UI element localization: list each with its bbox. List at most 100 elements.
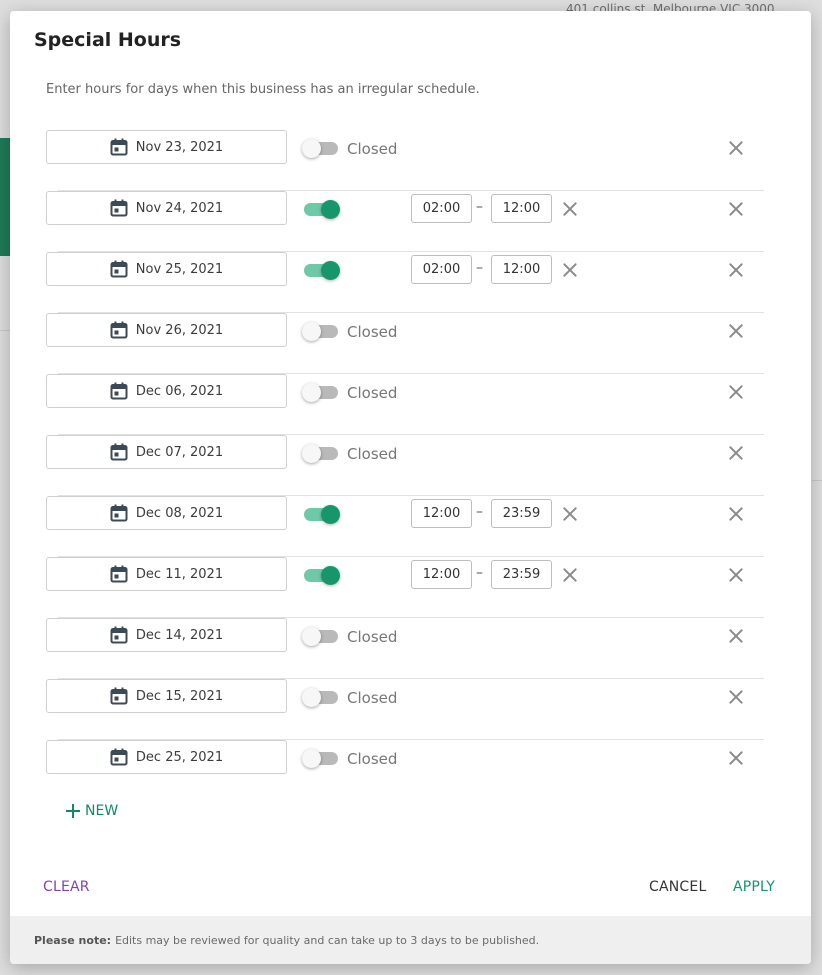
calendar-icon bbox=[110, 687, 128, 705]
calendar-icon bbox=[110, 443, 128, 461]
date-value: Dec 14, 2021 bbox=[135, 627, 224, 643]
date-value: Dec 06, 2021 bbox=[135, 383, 224, 399]
time-separator: – bbox=[476, 504, 483, 520]
end-time-input[interactable]: 12:00 bbox=[491, 194, 552, 223]
toggle-knob bbox=[302, 383, 321, 402]
date-value: Nov 26, 2021 bbox=[135, 322, 224, 338]
date-value: Nov 25, 2021 bbox=[135, 261, 224, 277]
remove-row-icon[interactable] bbox=[728, 445, 744, 461]
apply-button[interactable]: APPLY bbox=[733, 879, 775, 895]
start-time-input[interactable]: 12:00 bbox=[411, 499, 472, 528]
remove-row-icon[interactable] bbox=[728, 689, 744, 705]
date-value: Nov 23, 2021 bbox=[135, 139, 224, 155]
date-picker[interactable]: Nov 24, 2021 bbox=[46, 191, 287, 225]
clear-time-icon[interactable] bbox=[562, 262, 578, 278]
calendar-icon bbox=[110, 321, 128, 339]
background-divider bbox=[0, 330, 10, 331]
remove-row-icon[interactable] bbox=[728, 384, 744, 400]
toggle-knob bbox=[302, 139, 321, 158]
end-time-input[interactable]: 23:59 bbox=[491, 499, 552, 528]
end-time-input[interactable]: 12:00 bbox=[491, 255, 552, 284]
open-toggle[interactable] bbox=[302, 444, 340, 463]
toggle-knob bbox=[321, 261, 340, 280]
closed-label: Closed bbox=[347, 750, 398, 768]
start-time-input[interactable]: 12:00 bbox=[411, 560, 472, 589]
date-picker[interactable]: Dec 14, 2021 bbox=[46, 618, 287, 652]
clear-time-icon[interactable] bbox=[562, 201, 578, 217]
date-value: Dec 08, 2021 bbox=[135, 505, 224, 521]
closed-label: Closed bbox=[347, 384, 398, 402]
closed-label: Closed bbox=[347, 689, 398, 707]
remove-row-icon[interactable] bbox=[728, 140, 744, 156]
open-toggle[interactable] bbox=[302, 261, 340, 280]
special-hours-row: Dec 06, 2021 Closed bbox=[46, 374, 764, 435]
remove-row-icon[interactable] bbox=[728, 262, 744, 278]
open-toggle[interactable] bbox=[302, 749, 340, 768]
calendar-icon bbox=[110, 199, 128, 217]
special-hours-dialog: Special Hours Enter hours for days when … bbox=[10, 11, 811, 964]
date-picker[interactable]: Dec 11, 2021 bbox=[46, 557, 287, 591]
plus-icon bbox=[66, 804, 80, 818]
open-toggle[interactable] bbox=[302, 566, 340, 585]
special-hours-row: Dec 07, 2021 Closed bbox=[46, 435, 764, 496]
date-picker[interactable]: Nov 25, 2021 bbox=[46, 252, 287, 286]
special-hours-row: Dec 25, 2021 Closed bbox=[46, 740, 764, 801]
date-picker[interactable]: Nov 23, 2021 bbox=[46, 130, 287, 164]
remove-row-icon[interactable] bbox=[728, 323, 744, 339]
remove-row-icon[interactable] bbox=[728, 750, 744, 766]
clear-time-icon[interactable] bbox=[562, 506, 578, 522]
date-value: Dec 11, 2021 bbox=[135, 566, 224, 582]
date-picker[interactable]: Dec 08, 2021 bbox=[46, 496, 287, 530]
date-value: Dec 15, 2021 bbox=[135, 688, 224, 704]
date-picker[interactable]: Dec 15, 2021 bbox=[46, 679, 287, 713]
open-toggle[interactable] bbox=[302, 200, 340, 219]
add-new-label: NEW bbox=[85, 803, 119, 819]
toggle-knob bbox=[302, 627, 321, 646]
date-picker[interactable]: Dec 07, 2021 bbox=[46, 435, 287, 469]
remove-row-icon[interactable] bbox=[728, 567, 744, 583]
calendar-icon bbox=[110, 138, 128, 156]
special-hours-row: Dec 14, 2021 Closed bbox=[46, 618, 764, 679]
special-hours-row: Nov 25, 2021 02:00–12:00 bbox=[46, 252, 764, 313]
background-divider bbox=[812, 480, 822, 481]
closed-label: Closed bbox=[347, 323, 398, 341]
special-hours-row: Dec 08, 2021 12:00–23:59 bbox=[46, 496, 764, 557]
footer-note-label: Please note: bbox=[34, 933, 112, 947]
date-value: Dec 07, 2021 bbox=[135, 444, 224, 460]
special-hours-row: Dec 11, 2021 12:00–23:59 bbox=[46, 557, 764, 618]
clear-button[interactable]: CLEAR bbox=[43, 879, 90, 895]
date-picker[interactable]: Dec 25, 2021 bbox=[46, 740, 287, 774]
special-hours-row: Dec 15, 2021 Closed bbox=[46, 679, 764, 740]
remove-row-icon[interactable] bbox=[728, 506, 744, 522]
calendar-icon bbox=[110, 626, 128, 644]
calendar-icon bbox=[110, 565, 128, 583]
toggle-knob bbox=[302, 322, 321, 341]
date-picker[interactable]: Dec 06, 2021 bbox=[46, 374, 287, 408]
calendar-icon bbox=[110, 382, 128, 400]
open-toggle[interactable] bbox=[302, 688, 340, 707]
date-picker[interactable]: Nov 26, 2021 bbox=[46, 313, 287, 347]
closed-label: Closed bbox=[347, 140, 398, 158]
clear-time-icon[interactable] bbox=[562, 567, 578, 583]
toggle-knob bbox=[302, 688, 321, 707]
remove-row-icon[interactable] bbox=[728, 628, 744, 644]
start-time-input[interactable]: 02:00 bbox=[411, 255, 472, 284]
end-time-input[interactable]: 23:59 bbox=[491, 560, 552, 589]
open-toggle[interactable] bbox=[302, 505, 340, 524]
open-toggle[interactable] bbox=[302, 322, 340, 341]
dialog-subtitle: Enter hours for days when this business … bbox=[46, 82, 480, 97]
dialog-title: Special Hours bbox=[34, 29, 182, 51]
special-hours-row: Nov 26, 2021 Closed bbox=[46, 313, 764, 374]
toggle-knob bbox=[321, 566, 340, 585]
cancel-button[interactable]: CANCEL bbox=[649, 879, 706, 895]
date-value: Nov 24, 2021 bbox=[135, 200, 224, 216]
open-toggle[interactable] bbox=[302, 627, 340, 646]
add-new-button[interactable]: NEW bbox=[66, 803, 118, 819]
open-toggle[interactable] bbox=[302, 383, 340, 402]
special-hours-row: Nov 24, 2021 02:00–12:00 bbox=[46, 191, 764, 252]
toggle-knob bbox=[302, 749, 321, 768]
start-time-input[interactable]: 02:00 bbox=[411, 194, 472, 223]
toggle-knob bbox=[321, 505, 340, 524]
open-toggle[interactable] bbox=[302, 139, 340, 158]
remove-row-icon[interactable] bbox=[728, 201, 744, 217]
